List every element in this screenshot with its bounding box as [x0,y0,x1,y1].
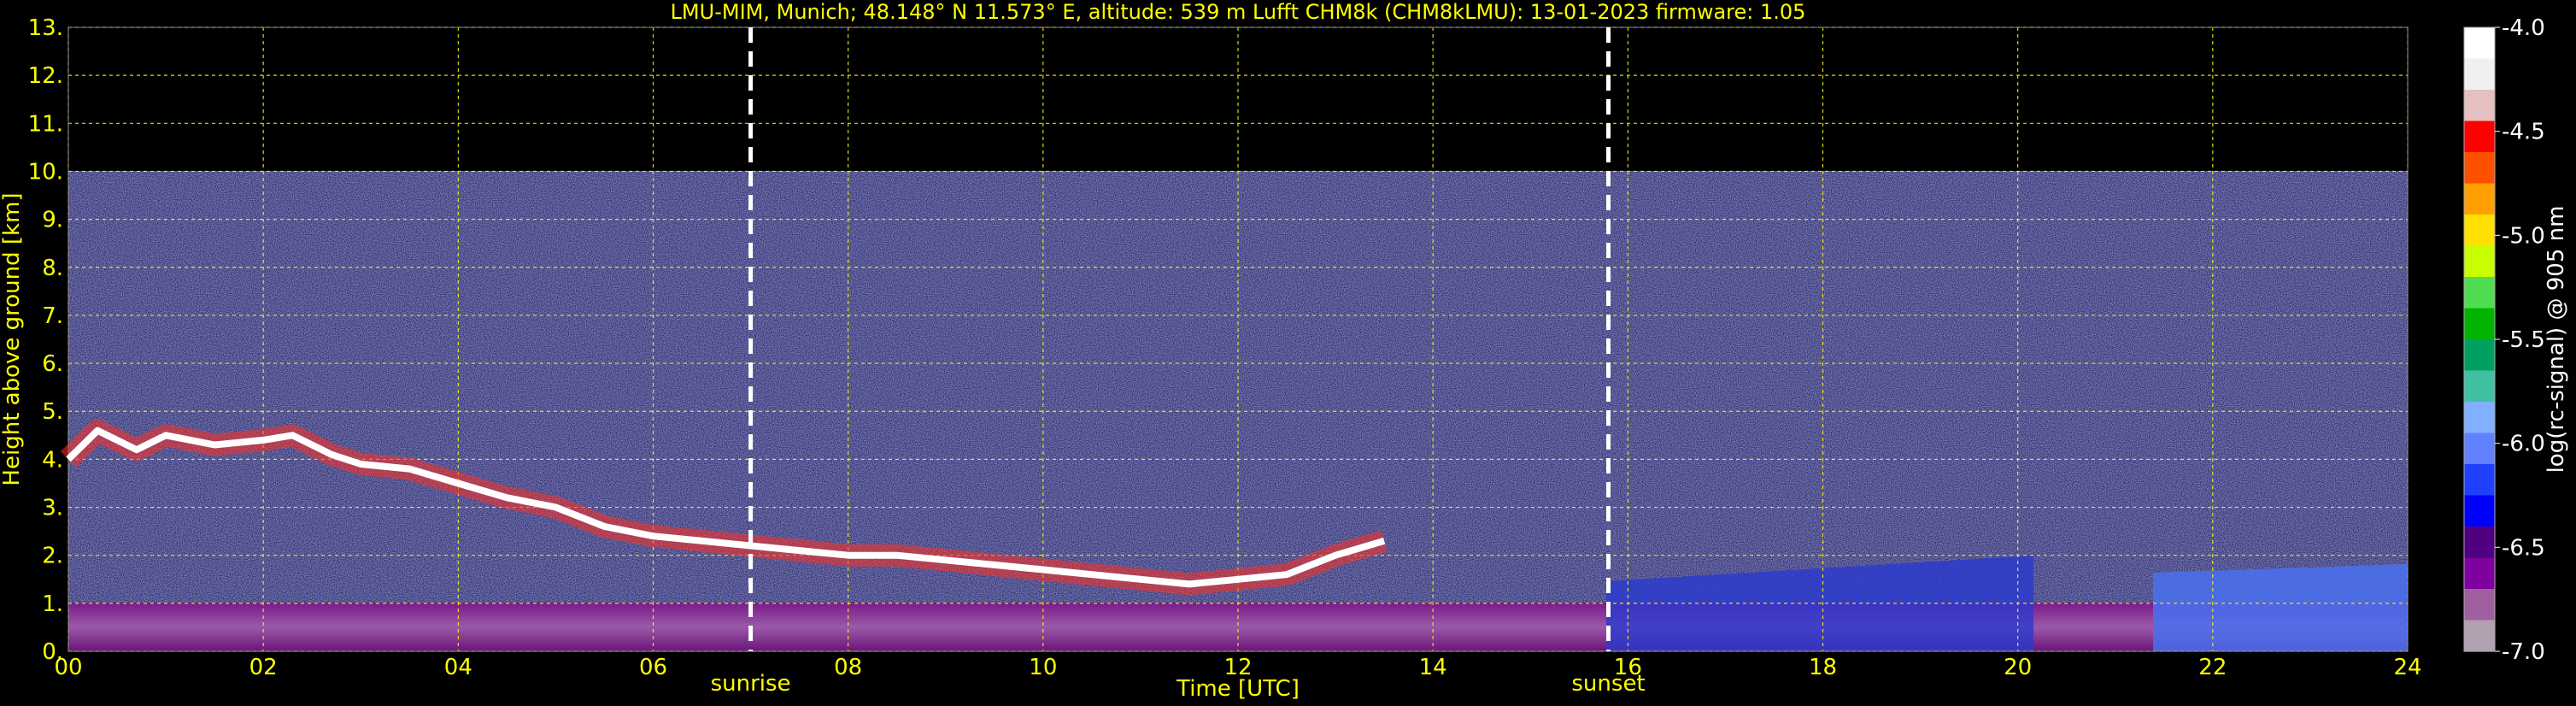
colorbar-swatch [2464,370,2495,403]
x-tick-label: 02 [249,655,278,680]
y-tick-label: 2. [42,544,63,569]
colorbar-swatch [2464,495,2495,527]
colorbar-tick-label: -5.5 [2502,327,2545,353]
colorbar-swatch [2464,90,2495,122]
colorbar-tick-label: -6.5 [2502,535,2545,561]
x-tick-label: 06 [639,655,667,680]
colorbar-tick-label: -4.0 [2502,15,2545,41]
y-tick-label: 8. [42,256,63,281]
colorbar-label: log(rc-signal) @ 905 nm [2544,206,2569,474]
colorbar-swatch [2464,527,2495,559]
x-tick-label: 22 [2198,655,2227,680]
x-tick-label: 08 [834,655,862,680]
colorbar-swatch [2464,152,2495,185]
colorbar-swatch [2464,183,2495,215]
y-tick-label: 13. [28,15,63,41]
x-axis-label: Time [UTC] [1176,676,1300,702]
ceilometer-chart: sunrise sunset 0.1.2.3.4.5.6.7.8.9.10.11.… [0,0,2569,702]
y-tick-label: 9. [42,208,63,233]
y-tick-label: 3. [42,496,63,521]
colorbar-swatch [2464,339,2495,372]
colorbar: -4.0 -4.5 -5.0 -5.5 -6.0 -6.5 -7.0 [2463,15,2545,665]
colorbar-swatch [2464,308,2495,340]
y-tick-label: 7. [42,303,63,329]
y-tick-label: 6. [42,351,63,377]
colorbar-swatch [2464,215,2495,247]
colorbar-swatch [2464,245,2495,278]
colorbar-swatch [2464,432,2495,465]
chart-title: LMU-MIM, Munich; 48.148° N 11.573° E, al… [671,0,1806,24]
x-tick-label: 00 [54,655,82,680]
y-axis: 0.1.2.3.4.5.6.7.8.9.10.11.12.13. [28,15,63,665]
colorbar-swatch [2464,620,2495,652]
y-tick-label: 5. [42,399,63,425]
x-tick-label: 24 [2393,655,2421,680]
x-tick-label: 10 [1029,655,1057,680]
colorbar-swatch [2464,464,2495,497]
colorbar-swatch [2464,589,2495,621]
y-tick-label: 4. [42,447,63,473]
late-aerosol-layer [2153,564,2408,651]
colorbar-swatch [2464,557,2495,590]
y-tick-label: 1. [42,591,63,617]
colorbar-tick-label: -5.0 [2502,223,2545,249]
y-tick-label: 11. [28,111,63,137]
colorbar-swatch [2464,277,2495,309]
sunrise-label: sunrise [711,671,791,697]
x-tick-label: 14 [1419,655,1447,680]
y-tick-label: 10. [28,159,63,185]
colorbar-swatch [2464,58,2495,91]
colorbar-swatch [2464,402,2495,434]
colorbar-swatch [2464,27,2495,60]
x-tick-label: 04 [444,655,472,680]
colorbar-tick-label: -7.0 [2502,639,2545,665]
colorbar-tick-label: -4.5 [2502,120,2545,145]
colorbar-swatch [2464,121,2495,153]
x-tick-label: 20 [2004,655,2032,680]
x-tick-label: 18 [1809,655,1837,680]
y-tick-label: 12. [28,63,63,89]
y-axis-label: Height above ground [km] [0,192,25,485]
colorbar-tick-label: -6.0 [2502,432,2545,457]
x-tick-label: 16 [1614,655,1642,680]
